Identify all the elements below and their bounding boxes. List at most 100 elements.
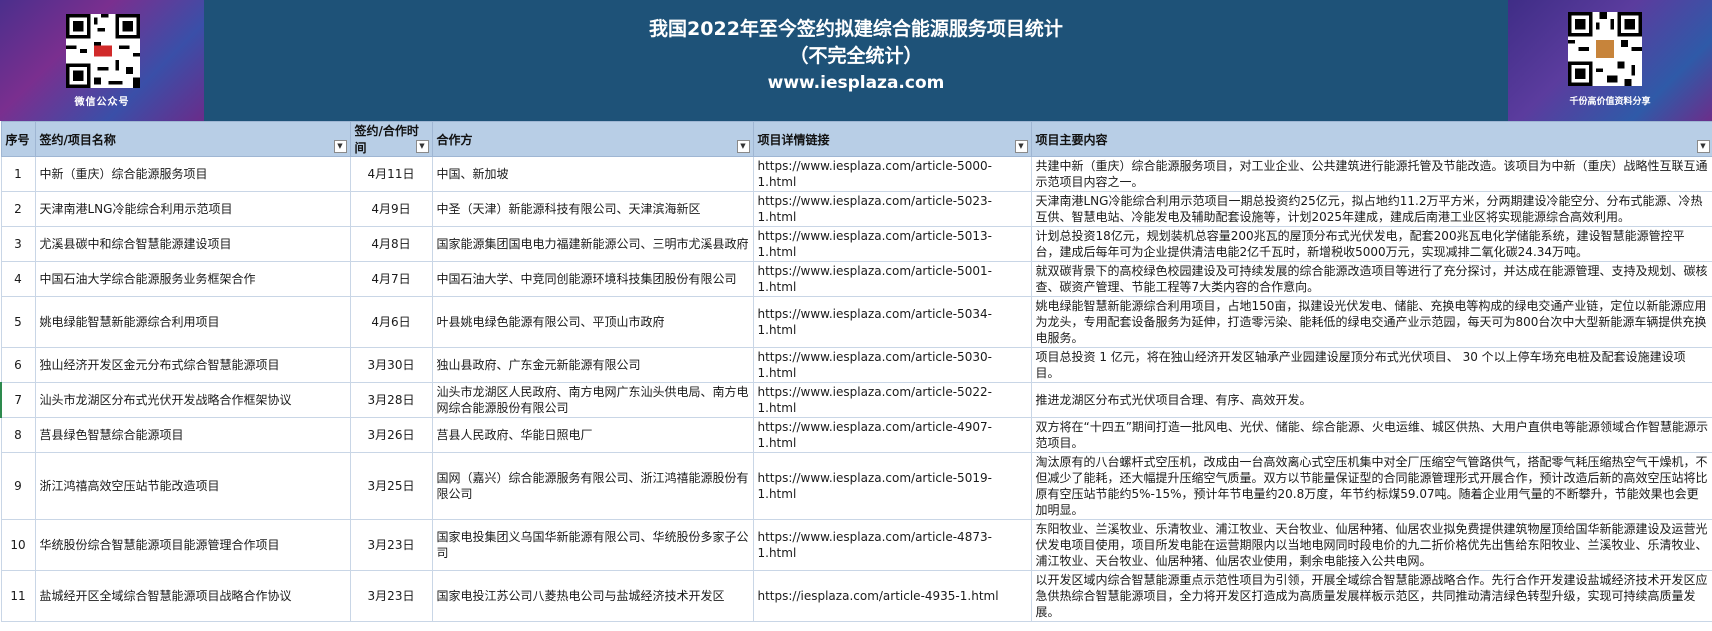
filter-dropdown-icon[interactable]: ▼ — [415, 140, 429, 153]
cell-no[interactable]: 7 — [0, 382, 36, 418]
table-body: 1 中新（重庆）综合能源服务项目 4月11日 中国、新加坡 https://www.ie… — [0, 156, 1712, 622]
cell-name[interactable]: 汕头市龙湖区分布式光伏开发战略合作框架协议 — [34, 382, 351, 418]
cell-name[interactable]: 天津南港LNG冷能综合利用示范项目 — [34, 191, 351, 227]
table-row[interactable]: 2 天津南港LNG冷能综合利用示范项目 4月9日 中圣（天津）新能源科技有限公司、天津… — [0, 191, 1712, 227]
cell-content[interactable]: 项目总投资 1 亿元，将在独山经济开发区轴承产业园建设屋顶分布式光伏项目、 30… — [1030, 347, 1712, 383]
cell-name[interactable]: 姚电绿能智慧新能源综合利用项目 — [34, 296, 351, 348]
table-row[interactable]: 8 莒县绿色智慧综合能源项目 3月26日 莒县人民政府、华能日照电厂 https://w… — [0, 417, 1712, 453]
column-header-name[interactable]: 签约/项目名称 ▼ — [34, 121, 351, 157]
title-line-website[interactable]: www.iesplaza.com — [204, 70, 1508, 96]
cell-no[interactable]: 8 — [0, 417, 36, 453]
column-header-partner[interactable]: 合作方 ▼ — [431, 121, 754, 157]
cell-content[interactable]: 天津南港LNG冷能综合利用示范项目一期总投资约25亿元，拟占地约11.2万平方米… — [1030, 191, 1712, 227]
cell-name[interactable]: 盐城经开区全域综合智慧能源项目战略合作协议 — [34, 570, 351, 622]
cell-name[interactable]: 中新（重庆）综合能源服务项目 — [34, 156, 351, 192]
column-header-label: 合作方 — [436, 132, 473, 147]
column-header-label: 签约/项目名称 — [39, 132, 116, 147]
cell-link[interactable]: https://www.iesplaza.com/article-4907-1.… — [752, 417, 1032, 453]
cell-partner[interactable]: 国家电投集团义乌国华新能源有限公司、华统股份多家子公司 — [431, 519, 754, 571]
cell-partner[interactable]: 叶县姚电绿色能源有限公司、平顶山市政府 — [431, 296, 754, 348]
cell-date[interactable]: 3月23日 — [349, 519, 433, 571]
wechat-qr-panel: 微信公众号 — [0, 0, 204, 121]
qr-code-icon[interactable] — [66, 14, 140, 88]
cell-date[interactable]: 4月7日 — [349, 261, 433, 297]
cell-link[interactable]: https://www.iesplaza.com/article-5001-1.… — [752, 261, 1032, 297]
cell-partner[interactable]: 中国石油大学、中竞同创能源环境科技集团股份有限公司 — [431, 261, 754, 297]
filter-dropdown-icon[interactable]: ▼ — [1696, 140, 1710, 153]
resource-qr-panel: 千份高价值资料分享 — [1508, 0, 1712, 121]
cell-name[interactable]: 中国石油大学综合能源服务业务框架合作 — [34, 261, 351, 297]
cell-partner[interactable]: 中圣（天津）新能源科技有限公司、天津滨海新区 — [431, 191, 754, 227]
cell-link[interactable]: https://iesplaza.com/article-4935-1.html — [752, 570, 1032, 622]
cell-date[interactable]: 4月6日 — [349, 296, 433, 348]
cell-content[interactable]: 以开发区域内综合智慧能源重点示范性项目为引领，开展全域综合智慧能源战略合作。先行… — [1030, 570, 1712, 622]
cell-no[interactable]: 2 — [0, 191, 36, 227]
column-header-link[interactable]: 项目详情链接 ▼ — [752, 121, 1032, 157]
cell-no[interactable]: 1 — [0, 156, 36, 192]
cell-partner[interactable]: 国网（嘉兴）综合能源服务有限公司、浙江鸿禧能源股份有限公司 — [431, 452, 754, 520]
table-row[interactable]: 3 尤溪县碳中和综合智慧能源建设项目 4月8日 国家能源集团国电电力福建新能源公司、三… — [0, 226, 1712, 262]
cell-name[interactable]: 莒县绿色智慧综合能源项目 — [34, 417, 351, 453]
cell-link[interactable]: https://www.iesplaza.com/article-5030-1.… — [752, 347, 1032, 383]
cell-date[interactable]: 4月8日 — [349, 226, 433, 262]
cell-link[interactable]: https://www.iesplaza.com/article-5013-1.… — [752, 226, 1032, 262]
table-row[interactable]: 10 华统股份综合智慧能源项目能源管理合作项目 3月23日 国家电投集团义乌国华新能源… — [0, 519, 1712, 571]
cell-no[interactable]: 4 — [0, 261, 36, 297]
cell-name[interactable]: 浙江鸿禧高效空压站节能改造项目 — [34, 452, 351, 520]
column-header-no[interactable]: 序号 — [0, 121, 36, 157]
cell-partner[interactable]: 莒县人民政府、华能日照电厂 — [431, 417, 754, 453]
column-header-label: 签约/合作时间 — [354, 124, 419, 155]
table-row[interactable]: 6 独山经济开发区金元分布式综合智慧能源项目 3月30日 独山县政府、广东金元新能源有… — [0, 347, 1712, 383]
column-header-date[interactable]: 签约/合作时间 ▼ — [349, 121, 433, 157]
cell-date[interactable]: 3月30日 — [349, 347, 433, 383]
project-table: 序号 签约/项目名称 ▼ 签约/合作时间 ▼ 合作方 ▼ 项目详情链接 ▼ 项目主要内容 ▼ 1 中新… — [0, 121, 1712, 622]
cell-no[interactable]: 11 — [0, 570, 36, 622]
cell-content[interactable]: 就双碳背景下的高校绿色校园建设及可持续发展的综合能源改造项目等进行了充分探讨，并… — [1030, 261, 1712, 297]
cell-date[interactable]: 3月28日 — [349, 382, 433, 418]
cell-date[interactable]: 3月25日 — [349, 452, 433, 520]
cell-link[interactable]: https://www.iesplaza.com/article-5034-1.… — [752, 296, 1032, 348]
table-row[interactable]: 4 中国石油大学综合能源服务业务框架合作 4月7日 中国石油大学、中竞同创能源环境科技… — [0, 261, 1712, 297]
cell-content[interactable]: 共建中新（重庆）综合能源服务项目，对工业企业、公共建筑进行能源托管及节能改造。该… — [1030, 156, 1712, 192]
cell-name[interactable]: 独山经济开发区金元分布式综合智慧能源项目 — [34, 347, 351, 383]
cell-link[interactable]: https://www.iesplaza.com/article-5023-1.… — [752, 191, 1032, 227]
cell-no[interactable]: 5 — [0, 296, 36, 348]
cell-date[interactable]: 4月9日 — [349, 191, 433, 227]
filter-dropdown-icon[interactable]: ▼ — [333, 140, 347, 153]
cell-content[interactable]: 双方将在“十四五”期间打造一批风电、光伏、储能、综合能源、火电运维、城区供热、大… — [1030, 417, 1712, 453]
cell-no[interactable]: 3 — [0, 226, 36, 262]
cell-content[interactable]: 姚电绿能智慧新能源综合利用项目，占地150亩，拟建设光伏发电、储能、充换电等构成… — [1030, 296, 1712, 348]
cell-content[interactable]: 推进龙湖区分布式光伏项目合理、有序、高效开发。 — [1030, 382, 1712, 418]
cell-content[interactable]: 淘汰原有的八台螺杆式空压机，改成由一台高效离心式空压机集中对全厂压缩空气管路供气… — [1030, 452, 1712, 520]
table-row[interactable]: 11 盐城经开区全域综合智慧能源项目战略合作协议 3月23日 国家电投江苏公司八菱热电… — [0, 570, 1712, 622]
cell-name[interactable]: 尤溪县碳中和综合智慧能源建设项目 — [34, 226, 351, 262]
cell-partner[interactable]: 国家电投江苏公司八菱热电公司与盐城经济技术开发区 — [431, 570, 754, 622]
table-row[interactable]: 7 汕头市龙湖区分布式光伏开发战略合作框架协议 3月28日 汕头市龙湖区人民政府、南方… — [0, 382, 1712, 418]
filter-dropdown-icon[interactable]: ▼ — [1014, 140, 1028, 153]
column-header-content[interactable]: 项目主要内容 ▼ — [1030, 121, 1712, 157]
cell-name[interactable]: 华统股份综合智慧能源项目能源管理合作项目 — [34, 519, 351, 571]
cell-link[interactable]: https://www.iesplaza.com/article-5019-1.… — [752, 452, 1032, 520]
cell-link[interactable]: https://www.iesplaza.com/article-5022-1.… — [752, 382, 1032, 418]
cell-partner[interactable]: 中国、新加坡 — [431, 156, 754, 192]
cell-date[interactable]: 4月11日 — [349, 156, 433, 192]
title-line-main: 我国2022年至今签约拟建综合能源服务项目统计 — [649, 18, 1063, 40]
cell-date[interactable]: 3月23日 — [349, 570, 433, 622]
table-row[interactable]: 9 浙江鸿禧高效空压站节能改造项目 3月25日 国网（嘉兴）综合能源服务有限公司、浙江… — [0, 452, 1712, 520]
cell-partner[interactable]: 汕头市龙湖区人民政府、南方电网广东汕头供电局、南方电网综合能源股份有限公司 — [431, 382, 754, 418]
cell-content[interactable]: 计划总投资18亿元，规划装机总容量200兆瓦的屋顶分布式光伏发电，配套200兆瓦… — [1030, 226, 1712, 262]
cell-no[interactable]: 10 — [0, 519, 36, 571]
qr-code-icon[interactable] — [1568, 12, 1642, 86]
table-row[interactable]: 1 中新（重庆）综合能源服务项目 4月11日 中国、新加坡 https://www.ie… — [0, 156, 1712, 192]
cell-no[interactable]: 6 — [0, 347, 36, 383]
cell-link[interactable]: https://www.iesplaza.com/article-5000-1.… — [752, 156, 1032, 192]
table-row[interactable]: 5 姚电绿能智慧新能源综合利用项目 4月6日 叶县姚电绿色能源有限公司、平顶山市政府 h… — [0, 296, 1712, 348]
cell-partner[interactable]: 国家能源集团国电电力福建新能源公司、三明市尤溪县政府 — [431, 226, 754, 262]
cell-link[interactable]: https://www.iesplaza.com/article-4873-1.… — [752, 519, 1032, 571]
filter-dropdown-icon[interactable]: ▼ — [736, 140, 750, 153]
cell-content[interactable]: 东阳牧业、兰溪牧业、乐清牧业、浦江牧业、天台牧业、仙居种猪、仙居农业拟免费提供建… — [1030, 519, 1712, 571]
cell-date[interactable]: 3月26日 — [349, 417, 433, 453]
cell-partner[interactable]: 独山县政府、广东金元新能源有限公司 — [431, 347, 754, 383]
cell-no[interactable]: 9 — [0, 452, 36, 520]
table-header-row: 序号 签约/项目名称 ▼ 签约/合作时间 ▼ 合作方 ▼ 项目详情链接 ▼ 项目主要内容 ▼ — [0, 121, 1712, 157]
